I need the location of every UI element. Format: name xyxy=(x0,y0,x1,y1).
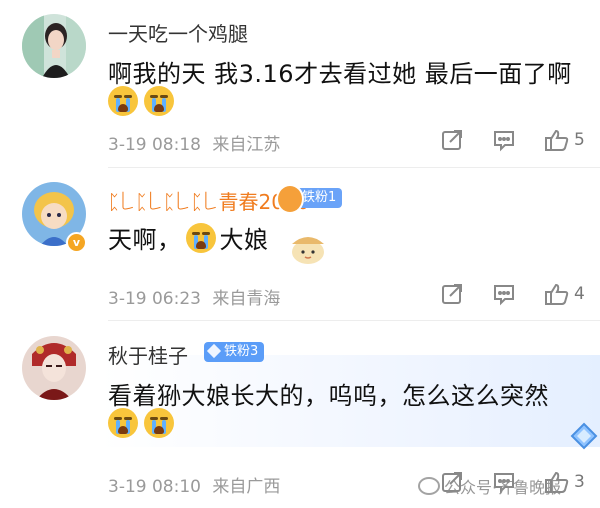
like-button[interactable]: 5 xyxy=(544,127,596,153)
diamond-icon xyxy=(206,343,222,359)
like-count: 5 xyxy=(574,130,585,150)
username[interactable]: 秋于桂子 xyxy=(108,340,188,369)
thumbs-up-icon xyxy=(545,283,569,305)
verified-badge: v xyxy=(66,232,87,253)
divider xyxy=(108,320,600,321)
share-button[interactable] xyxy=(440,127,492,153)
fan-badge: 铁粉3 xyxy=(204,342,265,362)
avatar[interactable] xyxy=(22,336,86,400)
action-bar: 5 xyxy=(440,127,596,153)
crying-face-icon xyxy=(144,86,174,116)
diamond-decoration-icon xyxy=(570,422,598,450)
comment-text: 看着狲大娘长大的，呜呜，怎么这么突然 xyxy=(108,382,549,410)
avatar[interactable] xyxy=(22,14,86,78)
comment-meta: 3-19 06:23 来自青海 xyxy=(108,284,280,309)
like-button[interactable]: 4 xyxy=(544,281,596,307)
username[interactable]: 一天吃一个鸡腿 xyxy=(108,18,248,47)
like-count: 3 xyxy=(574,472,585,492)
comment-text-part-1: 天啊， xyxy=(108,226,182,254)
thumbs-up-icon xyxy=(545,129,569,151)
crown-icon xyxy=(276,184,304,214)
comment-meta: 3-19 08:10 来自广西 xyxy=(108,472,280,497)
emoji-row xyxy=(108,408,174,438)
watermark: 公众号·齐鲁晚报 xyxy=(418,474,561,498)
comment-item-2: v ᛈ꒒ᛈ꒒ᛈ꒒ᛈ꒒青春2010 铁粉1 天啊， 大娘 3-19 06:23 来… xyxy=(0,170,600,322)
like-count: 4 xyxy=(574,284,585,304)
crying-face-icon xyxy=(144,408,174,438)
location: 来自青海 xyxy=(212,289,281,309)
comment-item-1: 一天吃一个鸡腿 啊我的天 我3.16才去看过她 最后一面了啊 3-19 08:1… xyxy=(0,0,600,170)
share-button[interactable] xyxy=(440,281,492,307)
fan-badge: 铁粉1 xyxy=(276,184,343,214)
timestamp: 3-19 06:23 xyxy=(108,289,201,309)
crying-face-icon xyxy=(185,222,216,253)
cartoon-sticker-icon xyxy=(292,237,324,264)
comment-text-part-2: 大娘 xyxy=(219,226,269,254)
comment-button[interactable] xyxy=(492,281,544,307)
location: 来自江苏 xyxy=(212,135,281,155)
comment-button[interactable] xyxy=(492,127,544,153)
crying-face-icon xyxy=(108,86,138,116)
comment-icon xyxy=(494,285,514,306)
comment-icon xyxy=(494,131,514,152)
action-bar: 4 xyxy=(440,281,596,307)
crying-face-icon xyxy=(108,408,138,438)
location: 来自广西 xyxy=(212,477,281,497)
divider xyxy=(108,167,600,168)
comment-text: 天啊， 大娘 xyxy=(108,220,269,255)
comment-text: 啊我的天 我3.16才去看过她 最后一面了啊 xyxy=(108,60,572,88)
timestamp: 3-19 08:10 xyxy=(108,477,201,497)
share-icon xyxy=(442,130,462,150)
wechat-icon xyxy=(418,477,440,495)
comment-meta: 3-19 08:18 来自江苏 xyxy=(108,130,280,155)
share-icon xyxy=(442,284,462,304)
timestamp: 3-19 08:18 xyxy=(108,135,201,155)
emoji-row xyxy=(108,86,174,116)
